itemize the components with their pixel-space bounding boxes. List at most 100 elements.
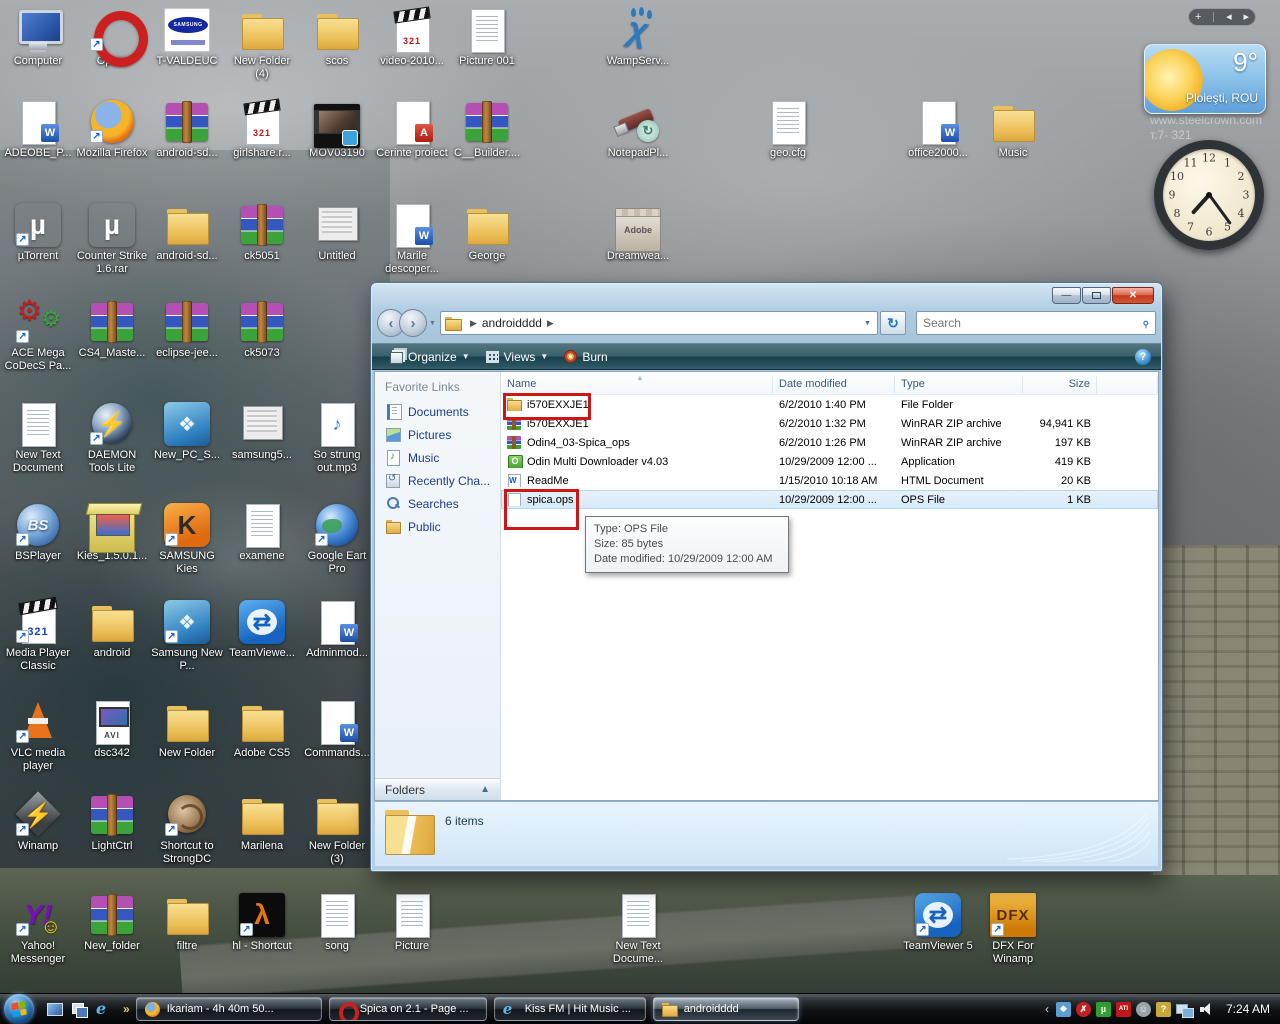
tray-expand-chevron[interactable]: ‹ [1045, 1002, 1049, 1016]
window-switcher-icon[interactable] [71, 1001, 88, 1017]
desktop-icon[interactable]: New Text Docume... [602, 893, 674, 966]
desktop-icon[interactable]: C__Builder.... [451, 100, 523, 160]
minimize-button[interactable]: — [1052, 287, 1081, 304]
desktop-icon[interactable]: New Folder (4) [226, 8, 298, 81]
clock-gadget[interactable]: 123456789101112 [1154, 140, 1264, 250]
sidebar-item-public[interactable]: Public [375, 515, 500, 538]
organize-button[interactable]: Organize ▼ [382, 346, 478, 367]
close-button[interactable]: ✕ [1112, 287, 1154, 304]
desktop-icon[interactable]: New Folder (3) [301, 793, 373, 866]
desktop-icon[interactable]: 321↗Media Player Classic [2, 600, 74, 673]
desktop-icon[interactable]: Music [977, 100, 1049, 160]
file-row[interactable]: Odin Multi Downloader v4.0310/29/2009 12… [501, 452, 1158, 471]
show-desktop-icon[interactable] [46, 1001, 63, 1017]
desktop-icon[interactable]: George [451, 203, 523, 263]
column-header-date-modified[interactable]: Date modified [773, 376, 895, 394]
desktop-icon[interactable]: WADEOBE_P... [2, 100, 74, 160]
sidebar-item-documents[interactable]: Documents [375, 400, 500, 423]
desktop-icon[interactable]: χWampServ... [602, 8, 674, 68]
desktop-icon[interactable]: ⚡↗DAEMON Tools Lite [76, 402, 148, 475]
file-row[interactable]: Odin4_03-Spica_ops6/2/2010 1:26 PMWinRAR… [501, 433, 1158, 452]
desktop-icon[interactable]: scos [301, 8, 373, 68]
file-row[interactable]: i570EXXJE16/2/2010 1:32 PMWinRAR ZIP arc… [501, 414, 1158, 433]
burn-button[interactable]: Burn [556, 347, 615, 367]
desktop-icon[interactable]: ↗Google Eart Pro [301, 503, 373, 576]
desktop-icon[interactable]: LightCtrl [76, 793, 148, 853]
start-button[interactable] [4, 994, 34, 1024]
volume-icon[interactable] [1199, 1002, 1215, 1017]
sidebar-item-recently-cha[interactable]: Recently Cha... [375, 469, 500, 492]
weather-gadget[interactable]: 9° Ploieşti, ROU [1144, 44, 1266, 114]
desktop-icon[interactable]: New Text Document [2, 402, 74, 475]
maximize-button[interactable] [1082, 287, 1111, 304]
desktop-icon[interactable]: ck5051 [226, 203, 298, 263]
taskbar-button[interactable]: eKiss FM | Hit Music ... [494, 997, 646, 1021]
sidebar-item-music[interactable]: Music [375, 446, 500, 469]
desktop-icon[interactable]: ↗Shortcut to StrongDC [151, 793, 223, 866]
desktop-icon[interactable]: ♪So strung out.mp3 [301, 402, 373, 475]
desktop-icon[interactable]: ⚡↗Winamp [2, 793, 74, 853]
desktop-icon[interactable]: Marilena [226, 793, 298, 853]
desktop-icon[interactable]: K↗SAMSUNG Kies [151, 503, 223, 576]
file-row[interactable]: spica.ops10/29/2009 12:00 ...OPS File1 K… [501, 490, 1158, 509]
desktop-icon[interactable]: ⇄TeamViewe... [226, 600, 298, 660]
file-row[interactable]: i570EXXJE16/2/2010 1:40 PMFile Folder [501, 395, 1158, 414]
desktop-icon[interactable]: µ↗µTorrent [2, 203, 74, 263]
breadcrumb-folder[interactable]: androidddd [482, 316, 542, 330]
next-gadget-button[interactable]: ▸ [1244, 12, 1250, 23]
search-box[interactable]: ⌕ [916, 311, 1156, 335]
taskbar-button[interactable]: Spica on 2.1 - Page ... [329, 997, 487, 1021]
desktop-icon[interactable]: ⇄↗TeamViewer 5 [902, 893, 974, 953]
desktop-icon[interactable]: examene [226, 503, 298, 563]
desktop-icon[interactable]: AVIdsc342 [76, 700, 148, 760]
column-header-type[interactable]: Type [895, 376, 1023, 394]
desktop-icon[interactable]: New Folder [151, 700, 223, 760]
folders-expander[interactable]: Folders ▲ [375, 778, 500, 800]
desktop-icon[interactable]: AdobeDreamwea... [602, 203, 674, 263]
recent-pages-dropdown[interactable]: ▼ [429, 320, 436, 327]
sidebar-item-searches[interactable]: Searches [375, 492, 500, 515]
desktop-icon[interactable]: ❖New_PC_S... [151, 402, 223, 462]
desktop-icon[interactable]: filtre [151, 893, 223, 953]
gadget-controls[interactable]: + ◂ ▸ [1188, 8, 1256, 26]
desktop-icon[interactable]: µCounter Strike 1.6.rar [76, 203, 148, 276]
desktop-icon[interactable]: Adobe CS5 [226, 700, 298, 760]
desktop-icon[interactable]: ck5073 [226, 300, 298, 360]
internet-explorer-icon[interactable]: e [96, 1001, 113, 1017]
desktop-icon[interactable]: Picture [376, 893, 448, 953]
taskbar-button[interactable]: androidddd [653, 997, 799, 1021]
desktop-icon[interactable]: ACerinte proiect [376, 100, 448, 160]
desktop-icon[interactable]: Woffice2000... [902, 100, 974, 160]
column-header-name[interactable]: Name▲ [501, 376, 773, 394]
ati-tray-icon[interactable]: ATI [1116, 1002, 1131, 1017]
sidebar-item-pictures[interactable]: Pictures [375, 423, 500, 446]
utorrent-tray-icon[interactable]: µ [1096, 1002, 1111, 1017]
help-button[interactable]: ? [1135, 349, 1151, 365]
forward-button[interactable]: › [399, 309, 427, 337]
desktop-icon[interactable]: Kies_1.5.0.1... [76, 503, 148, 563]
antivirus-tray-icon[interactable]: ✗ [1076, 1002, 1091, 1017]
desktop-icon[interactable]: SAMSUNGT-VALDEUC [151, 8, 223, 68]
search-input[interactable] [923, 316, 1142, 330]
desktop-icon[interactable]: WCommands... [301, 700, 373, 760]
desktop-icon[interactable]: ❖↗Samsung New P... [151, 600, 223, 673]
desktop-icon[interactable]: CS4_Maste... [76, 300, 148, 360]
views-button[interactable]: Views ▼ [478, 347, 557, 367]
prev-gadget-button[interactable]: ◂ [1226, 12, 1232, 23]
desktop-icon[interactable]: eclipse-jee... [151, 300, 223, 360]
desktop-icon[interactable]: Untitled [301, 203, 373, 263]
desktop-icon[interactable]: Y!↗Yahoo! Messenger [2, 893, 74, 966]
desktop-icon[interactable]: android [76, 600, 148, 660]
daemon-tray-icon[interactable]: ❖ [1056, 1002, 1071, 1017]
address-dropdown-icon[interactable]: ▼ [862, 320, 873, 327]
refresh-button[interactable]: ↻ [880, 311, 906, 335]
column-header-size[interactable]: Size [1023, 376, 1097, 394]
desktop-icon[interactable]: DFX↗DFX For Winamp [977, 893, 1049, 966]
desktop-icon[interactable]: New_folder [76, 893, 148, 953]
desktop-icon[interactable]: android-sd... [151, 100, 223, 160]
add-gadget-button[interactable]: + [1195, 12, 1201, 23]
desktop-icon[interactable]: ↻NotepadPl... [602, 100, 674, 160]
desktop-icon[interactable]: Computer [2, 8, 74, 68]
desktop-icon[interactable]: 321girlshare.r... [226, 100, 298, 160]
desktop-icon[interactable]: 321video-2010... [376, 8, 448, 68]
